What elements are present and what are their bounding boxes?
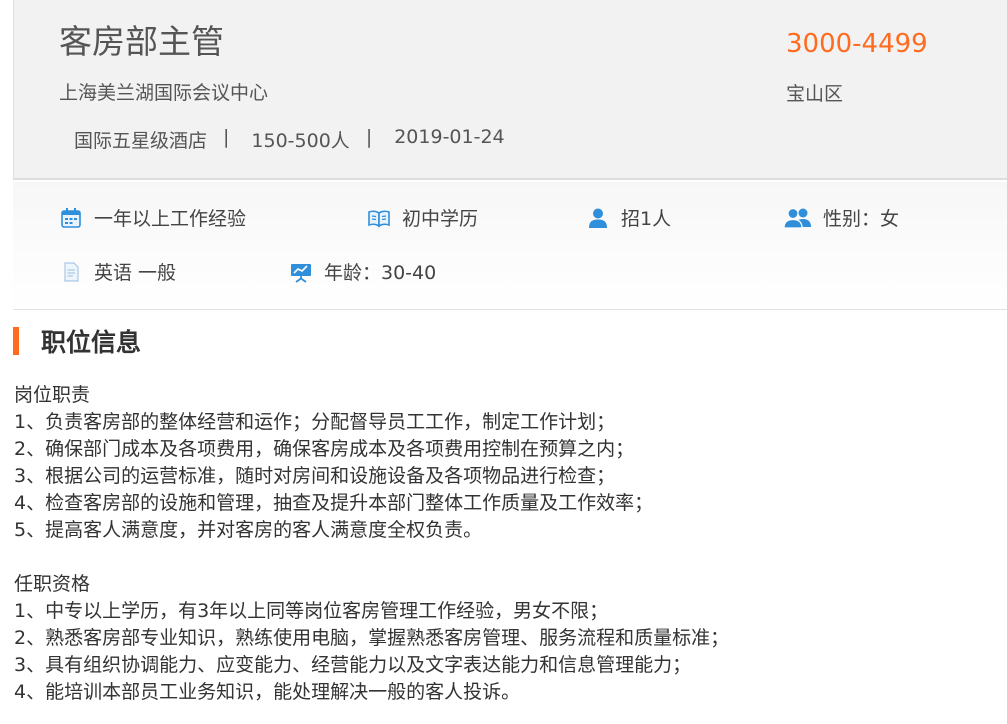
section-header: 职位信息	[13, 326, 142, 357]
hotel-type: 国际五星级酒店	[74, 130, 208, 152]
section-title: 职位信息	[41, 328, 142, 357]
job-description: 岗位职责 1、负责客房部的整体经营和运作；分配督导员工工作，制定工作计划； 2、…	[14, 382, 1004, 706]
job-title: 客房部主管	[59, 22, 224, 61]
requirement-label: 招1人	[621, 208, 672, 230]
section-accent-bar	[13, 327, 19, 355]
district-name: 宝山区	[786, 83, 844, 105]
qualification-item: 2、熟悉客房部专业知识，熟练使用电脑，掌握熟悉客房管理、服务流程和质量标准；	[14, 627, 730, 649]
job-meta: 国际五星级酒店 | 150-500人 | 2019-01-24	[74, 126, 505, 153]
duty-item: 5、提高客人满意度，并对客房的客人满意度全权负责。	[14, 519, 483, 541]
document-icon	[58, 259, 84, 285]
duty-item: 1、负责客房部的整体经营和运作；分配督导员工工作，制定工作计划；	[14, 411, 616, 433]
requirement-language: 英语 一般	[58, 258, 176, 285]
qualification-item: 3、具有组织协调能力、应变能力、经营能力以及文字表达能力和信息管理能力；	[14, 654, 692, 676]
meta-separator: |	[223, 126, 230, 148]
duty-item: 3、根据公司的运营标准，随时对房间和设施设备及各项物品进行检查；	[14, 465, 616, 487]
qualifications-heading: 任职资格	[14, 573, 91, 595]
presentation-icon	[288, 259, 314, 285]
qualification-item: 1、中专以上学历，有3年以上同等岗位客房管理工作经验，男女不限；	[14, 600, 609, 622]
requirement-headcount: 招1人	[585, 204, 671, 231]
duty-item: 2、确保部门成本及各项费用，确保客房成本及各项费用控制在预算之内；	[14, 438, 635, 460]
qualification-item: 4、能培训本部员工业务知识，能处理解决一般的客人投诉。	[14, 681, 521, 703]
requirement-gender: 性别：女	[783, 204, 899, 231]
people-icon	[783, 205, 813, 231]
duties-heading: 岗位职责	[14, 384, 91, 406]
job-requirements: 一年以上工作经验 初中学历 招1人 性别：女 英语 一般 年龄：30-40	[13, 182, 1007, 310]
duty-item: 4、检查客房部的设施和管理，抽查及提升本部门整体工作质量及工作效率；	[14, 492, 654, 514]
duties-block: 岗位职责 1、负责客房部的整体经营和运作；分配督导员工工作，制定工作计划； 2、…	[14, 382, 1004, 544]
requirement-education: 初中学历	[366, 204, 478, 231]
requirement-label: 初中学历	[402, 208, 479, 230]
company-size: 150-500人	[251, 130, 350, 152]
book-icon	[366, 205, 392, 231]
requirement-label: 一年以上工作经验	[94, 208, 247, 230]
post-date: 2019-01-24	[394, 126, 505, 148]
job-header: 客房部主管 3000-4499 上海美兰湖国际会议中心 宝山区 国际五星级酒店 …	[13, 0, 1007, 180]
requirement-label: 年龄：30-40	[324, 262, 437, 284]
qualifications-block: 任职资格 1、中专以上学历，有3年以上同等岗位客房管理工作经验，男女不限； 2、…	[14, 571, 1004, 706]
requirement-label: 性别：女	[823, 208, 900, 230]
company-name[interactable]: 上海美兰湖国际会议中心	[59, 78, 268, 105]
requirement-age: 年龄：30-40	[288, 258, 436, 285]
salary-range: 3000-4499	[786, 29, 928, 59]
requirement-experience: 一年以上工作经验	[58, 204, 246, 231]
meta-separator: |	[365, 126, 373, 148]
calendar-icon	[58, 205, 84, 231]
person-icon	[585, 205, 611, 231]
requirement-label: 英语 一般	[94, 262, 177, 284]
